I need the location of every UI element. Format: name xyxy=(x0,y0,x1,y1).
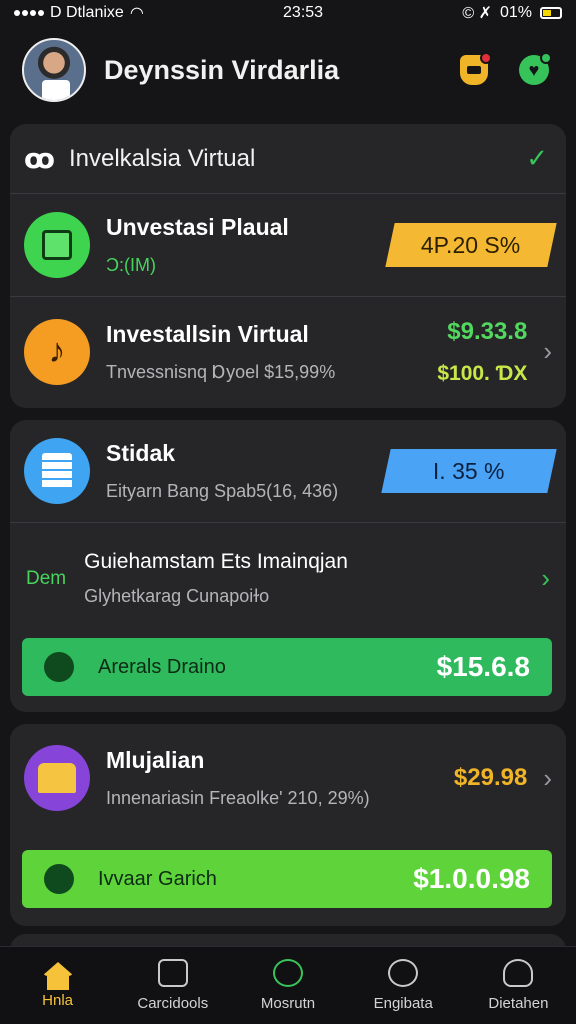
list-item-text: Mlujalian Innenariasin Freaolke' 210, 29… xyxy=(106,747,454,809)
action-button[interactable]: Arerals Draino $15.6.8 xyxy=(22,638,552,696)
percentage-badge-label: 4P.20 S% xyxy=(421,231,521,258)
signal-icon xyxy=(14,10,44,16)
card-title: Invelkalsia Virtual xyxy=(68,144,256,172)
list-item[interactable]: ♪ Investallsin Virtual Tnvessnisnq Ɒyoel… xyxy=(10,296,566,406)
action-icon xyxy=(44,864,74,894)
list-item-text: Stidak Eityarn Bang Spab5(16, 436) xyxy=(106,440,386,502)
person-icon xyxy=(503,959,534,987)
list-item-title: Mlujalian xyxy=(106,747,205,773)
value-sub: $100. ƊX xyxy=(437,361,528,385)
bell-icon xyxy=(388,959,419,987)
percentage-badge: 4P.20 S% xyxy=(385,223,557,267)
link-icon: ꝏ xyxy=(24,143,55,174)
list-item-title: Stidak xyxy=(106,440,176,466)
notification-dot xyxy=(480,52,492,64)
temple-icon xyxy=(24,745,90,811)
cards-icon xyxy=(157,959,188,987)
list-item-subtitle: Ɔ:(IM) xyxy=(106,255,156,275)
list-item-text: Investallsin Virtual Tnvessnisnq Ɒyoel $… xyxy=(106,321,437,383)
list-item-title: Unvestasi Plaual xyxy=(106,214,289,240)
value-main: $29.98 xyxy=(453,764,528,791)
value-main: $9.33.8 xyxy=(447,317,528,345)
nav-label: Mosrutn xyxy=(260,995,316,1012)
document-grid-icon xyxy=(24,212,90,278)
status-right: © ✗ 01% xyxy=(462,3,562,23)
asset-card: Mlujalian Innenariasin Freaolke' 210, 29… xyxy=(10,724,566,926)
list-item-text: Unvestasi Plaual Ɔ:(IM) xyxy=(106,214,390,276)
action-icon xyxy=(44,652,74,682)
nav-label: Carcidools xyxy=(137,995,209,1012)
action-value: $1.0.0.98 xyxy=(413,863,530,894)
nav-label: Hnla xyxy=(42,992,74,1009)
percentage-badge: I. 35 % xyxy=(381,449,557,493)
page-title: Deynssin Virdarlia xyxy=(104,54,340,85)
guide-text: Guiehamstam Ets Imainqjan Glyhetkarag Cu… xyxy=(84,550,541,607)
bottom-nav: Hnla Carcidools Mosrutn Engibata Dietahe… xyxy=(0,946,576,1024)
nav-label: Dietahen xyxy=(488,995,549,1012)
chevron-right-icon[interactable]: › xyxy=(543,336,552,367)
action-label: Arerals Draino xyxy=(98,655,226,678)
guide-tag: Dem xyxy=(26,567,67,589)
nav-item-notifications[interactable]: Engibata xyxy=(346,947,461,1024)
investment-card: ꝏ Invelkalsia Virtual ✓ Unvestasi Plaual… xyxy=(10,124,566,408)
notification-dot xyxy=(540,52,552,64)
header: Deynssin Virdarlia ♥ xyxy=(0,30,576,110)
action-button[interactable]: Ivvaar Garich $1.0.0.98 xyxy=(22,850,552,908)
guide-title: Guiehamstam Ets Imainqjan xyxy=(84,550,348,573)
list-item-title: Investallsin Virtual xyxy=(106,320,309,347)
list-item-subtitle: Innenariasin Freaolke' 210, 29%) xyxy=(106,788,370,808)
shield-button[interactable] xyxy=(454,50,494,90)
music-note-icon: ♪ xyxy=(24,318,90,385)
check-icon[interactable]: ✓ xyxy=(526,143,548,174)
status-bar: D Dtlanixe ◠ 23:53 © ✗ 01% xyxy=(0,0,576,26)
action-value: $15.6.8 xyxy=(436,651,530,682)
status-extra-icons: © ✗ xyxy=(462,5,492,22)
guide-row[interactable]: Dem Guiehamstam Ets Imainqjan Glyhetkara… xyxy=(10,522,566,634)
heart-circle-icon xyxy=(273,959,303,987)
list-item[interactable]: Stidak Eityarn Bang Spab5(16, 436) I. 35… xyxy=(10,420,566,522)
percentage-badge-label: I. 35 % xyxy=(433,457,505,484)
status-left: D Dtlanixe ◠ xyxy=(14,3,144,23)
list-item[interactable]: Mlujalian Innenariasin Freaolke' 210, 29… xyxy=(10,724,566,832)
guide-subtitle: Glyhetkarag Cunapoiɫo xyxy=(84,586,270,606)
status-time: 23:53 xyxy=(283,4,324,21)
nav-item-cards[interactable]: Carcidools xyxy=(115,947,230,1024)
nav-label: Engibata xyxy=(373,995,433,1012)
battery-icon xyxy=(540,7,562,19)
card-header[interactable]: ꝏ Invelkalsia Virtual ✓ xyxy=(10,124,566,194)
list-item-subtitle: Tnvessnisnq Ɒyoel $15,99% xyxy=(106,361,336,382)
nav-item-profile[interactable]: Dietahen xyxy=(461,947,576,1024)
chevron-right-icon[interactable]: › xyxy=(541,563,550,594)
chevron-right-icon[interactable]: › xyxy=(543,763,552,794)
home-icon xyxy=(41,962,74,990)
list-item-subtitle: Eityarn Bang Spab5(16, 436) xyxy=(106,481,339,501)
value-column: $29.98 xyxy=(454,764,527,792)
action-label: Ivvaar Garich xyxy=(98,867,217,890)
favorites-button[interactable]: ♥ xyxy=(514,50,554,90)
stock-card: Stidak Eityarn Bang Spab5(16, 436) I. 35… xyxy=(10,420,566,712)
battery-percent: 01% xyxy=(499,4,532,21)
carrier-label: D Dtlanixe xyxy=(50,4,124,21)
wifi-icon: ◠ xyxy=(129,5,144,22)
nav-item-center[interactable]: Mosrutn xyxy=(230,947,345,1024)
avatar[interactable] xyxy=(22,38,86,102)
value-column: $9.33.8 $100. ƊX xyxy=(437,318,527,386)
nav-item-home[interactable]: Hnla xyxy=(0,947,115,1024)
document-icon xyxy=(24,438,90,504)
list-item[interactable]: Unvestasi Plaual Ɔ:(IM) 4P.20 S% xyxy=(10,194,566,296)
